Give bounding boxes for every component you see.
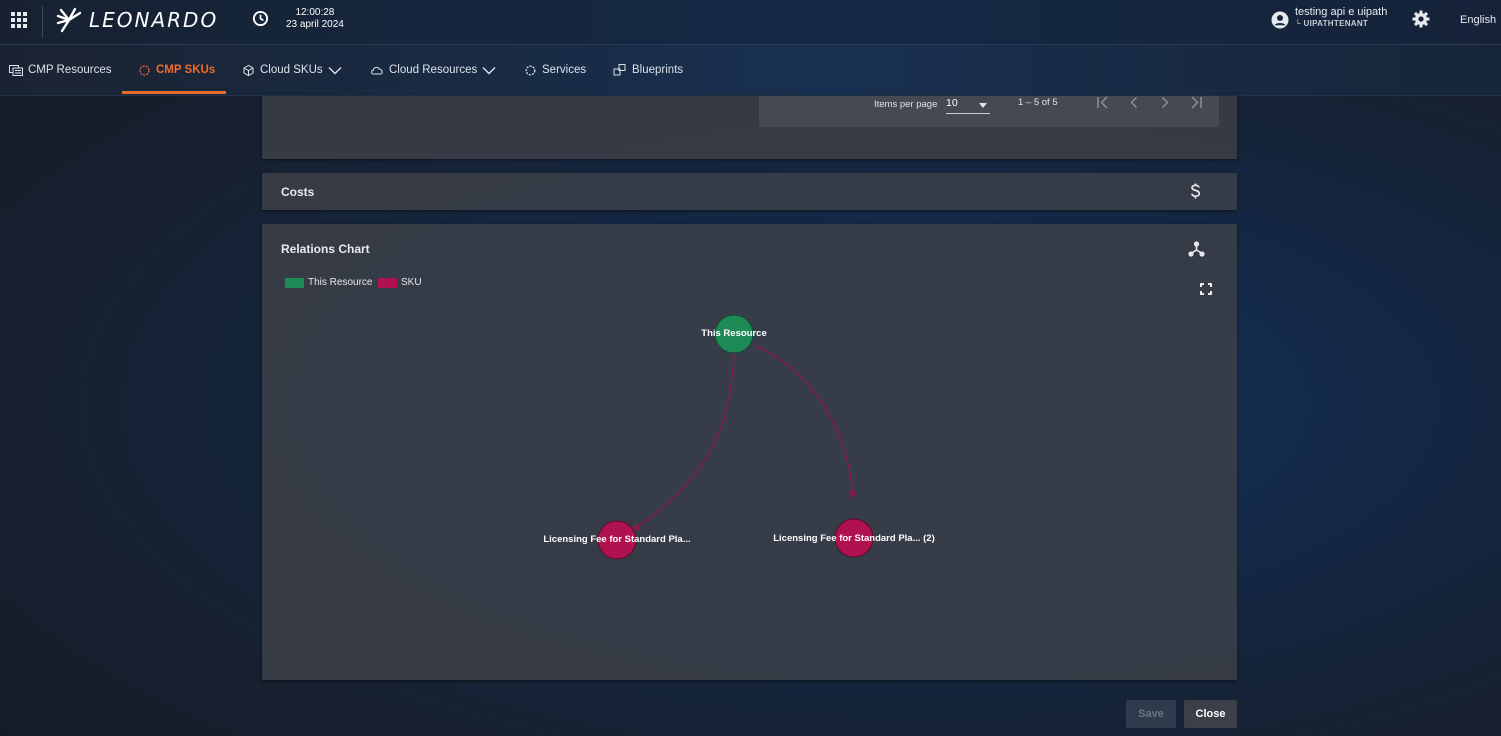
nav-cloud-skus[interactable]: Cloud SKUs bbox=[242, 45, 342, 95]
node-sku-left[interactable]: Licensing Fee for Standard Pla... bbox=[543, 520, 691, 560]
previous-page-icon[interactable] bbox=[1128, 96, 1140, 109]
nav-label: Services bbox=[542, 64, 587, 76]
brand-name: LEONARDO bbox=[89, 8, 219, 32]
active-tab-indicator bbox=[122, 91, 226, 94]
nav-cloud-resources[interactable]: Cloud Resources bbox=[370, 45, 496, 95]
account-circle-icon bbox=[1271, 11, 1289, 29]
leonardo-logo: LEONARDO bbox=[55, 5, 218, 35]
apps-grid-icon[interactable] bbox=[11, 12, 27, 28]
user-name: testing api e uipath bbox=[1295, 6, 1388, 18]
nav-label: CMP Resources bbox=[28, 64, 112, 76]
first-page-icon[interactable] bbox=[1096, 96, 1110, 109]
close-button[interactable]: Close bbox=[1184, 700, 1237, 728]
cloud-sku-icon bbox=[243, 64, 254, 76]
last-page-icon[interactable] bbox=[1189, 96, 1203, 109]
dollar-icon bbox=[1190, 183, 1201, 199]
save-button[interactable]: Save bbox=[1126, 700, 1176, 728]
node-label: Licensing Fee for Standard Pla... (2) bbox=[773, 533, 935, 544]
node-label: This Resource bbox=[701, 328, 766, 339]
main-navigation: CMP Resources CMP SKUs Cloud SKUs Cloud … bbox=[0, 45, 1501, 96]
costs-title: Costs bbox=[281, 185, 315, 199]
resources-icon bbox=[9, 64, 23, 76]
divider bbox=[42, 6, 43, 38]
user-tenant: └ UIPATHTENANT bbox=[1295, 19, 1369, 28]
cloud-icon bbox=[371, 66, 383, 75]
relations-graph[interactable]: This Resource Licensing Fee for Standard… bbox=[262, 224, 1237, 680]
nav-services[interactable]: Services bbox=[524, 45, 586, 95]
leonardo-swirl-icon bbox=[56, 7, 82, 33]
nav-label: Cloud SKUs bbox=[260, 64, 323, 76]
page-range: 1 – 5 of 5 bbox=[1018, 97, 1058, 108]
nav-cmp-resources[interactable]: CMP Resources bbox=[9, 45, 112, 95]
paginator: Items per page 10 1 – 5 of 5 bbox=[759, 96, 1219, 127]
datetime: 12:00:28 23 april 2024 bbox=[286, 7, 344, 31]
chevron-down-icon bbox=[482, 66, 496, 74]
node-sku-right[interactable]: Licensing Fee for Standard Pla... (2) bbox=[773, 518, 935, 558]
nav-blueprints[interactable]: Blueprints bbox=[613, 45, 683, 95]
items-per-page-label: Items per page bbox=[874, 99, 938, 110]
relations-chart-panel: Relations Chart This Resource SKU This R… bbox=[262, 224, 1237, 680]
nav-cmp-skus[interactable]: CMP SKUs bbox=[138, 45, 215, 95]
language-selector[interactable]: English bbox=[1460, 14, 1496, 26]
next-page-icon[interactable] bbox=[1159, 96, 1171, 109]
settings-gear-icon[interactable] bbox=[1412, 10, 1430, 28]
nav-label: CMP SKUs bbox=[156, 64, 216, 76]
clock-icon bbox=[252, 10, 269, 27]
items-per-page-value: 10 bbox=[946, 97, 958, 109]
nav-label: Cloud Resources bbox=[389, 64, 478, 76]
items-per-page-select[interactable]: 10 bbox=[946, 97, 990, 114]
top-bar: LEONARDO 12:00:28 23 april 2024 testing … bbox=[0, 0, 1501, 45]
node-label: Licensing Fee for Standard Pla... bbox=[543, 534, 690, 545]
user-menu[interactable]: testing api e uipath └ UIPATHTENANT bbox=[1271, 6, 1387, 29]
nav-label: Blueprints bbox=[632, 64, 684, 76]
current-time: 12:00:28 bbox=[295, 7, 335, 18]
edge-left bbox=[632, 353, 735, 531]
dropdown-arrow-icon bbox=[979, 103, 987, 108]
chevron-down-icon bbox=[328, 66, 342, 74]
current-date: 23 april 2024 bbox=[286, 19, 344, 30]
blueprints-icon bbox=[613, 64, 626, 76]
edge-right bbox=[752, 344, 857, 499]
costs-panel[interactable]: Costs bbox=[262, 173, 1237, 210]
sku-icon bbox=[139, 64, 150, 76]
resource-list-card: Items per page 10 1 – 5 of 5 bbox=[262, 96, 1237, 159]
services-icon bbox=[525, 65, 536, 75]
